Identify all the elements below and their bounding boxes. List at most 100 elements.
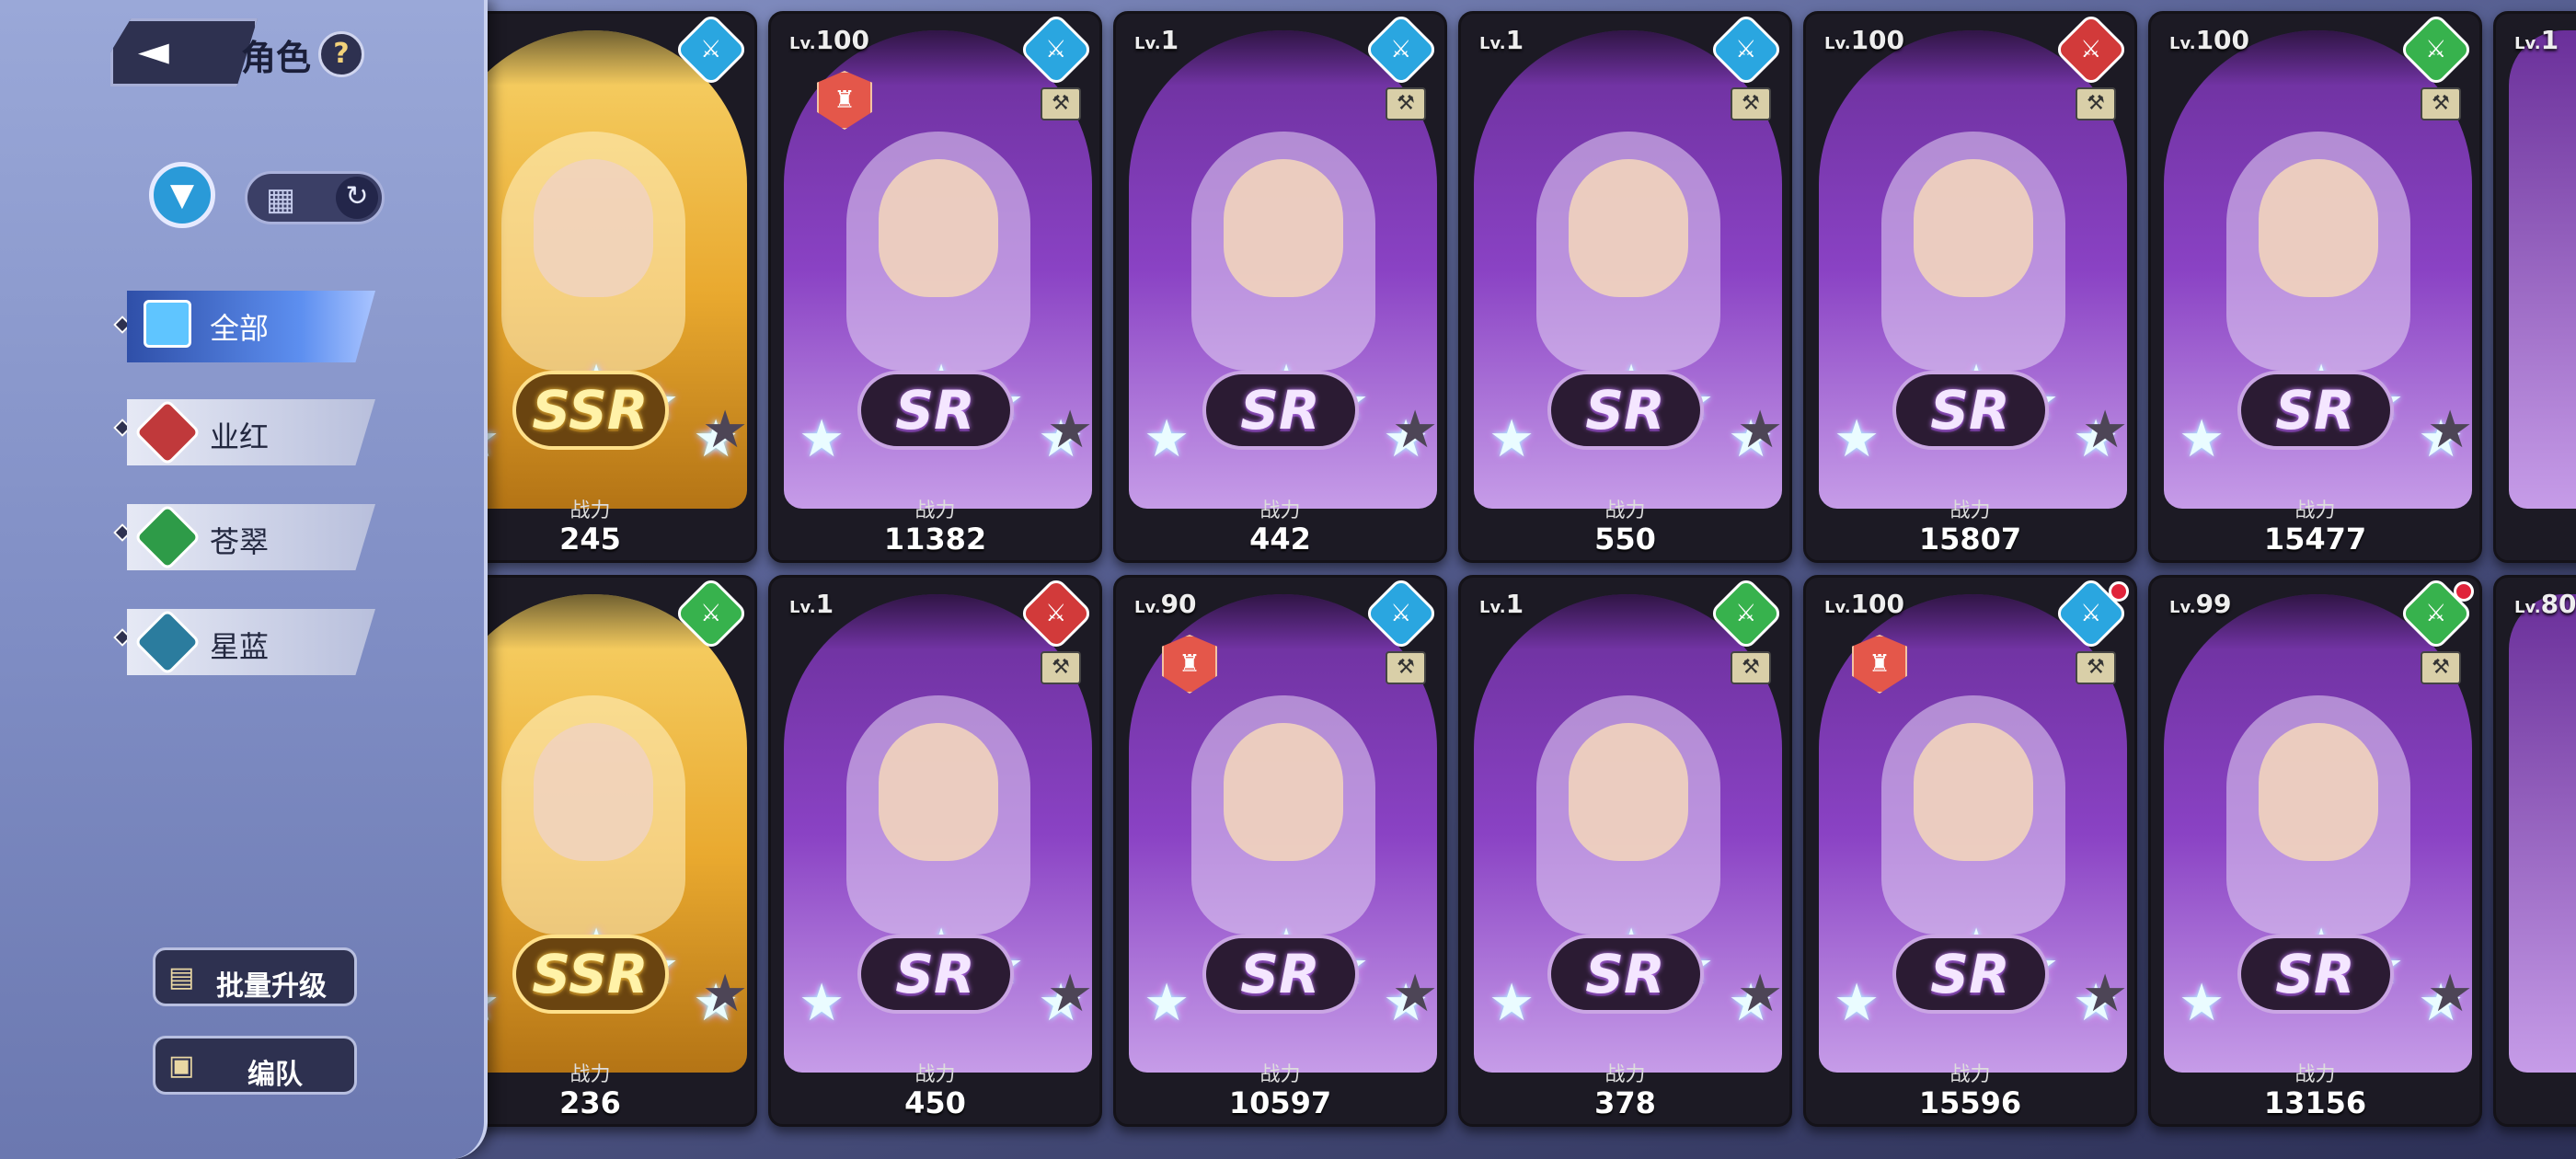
back-arrow-icon[interactable]: ◄ (138, 28, 169, 75)
category-label: 星蓝 (210, 629, 270, 664)
level-value: 80 (2540, 589, 2576, 619)
level-label: Lv.1 (1479, 589, 1524, 619)
level-value: 90 (1160, 589, 1197, 619)
card-art (2509, 594, 2576, 1073)
back-button[interactable] (110, 18, 258, 86)
star-icon: ★ (2179, 973, 2225, 1033)
refresh-icon[interactable]: ↻ (336, 177, 378, 219)
level-prefix: Lv. (1134, 598, 1161, 617)
rarity-badge: SR (1547, 371, 1704, 450)
power-label: 战力 (1259, 499, 1301, 522)
all-category-icon (144, 300, 191, 348)
character-card[interactable]: Lv.1⚔⚒★★★★★★SR战力442 (1113, 11, 1447, 563)
star-icon: ★ (1489, 409, 1535, 469)
weapon-type-icon: ⚒ (1041, 87, 1081, 120)
blue-element-icon (133, 609, 201, 675)
level-value: 100 (815, 25, 870, 55)
level-prefix: Lv. (1479, 34, 1506, 53)
character-card-partial[interactable]: Lv.1 (2493, 11, 2576, 563)
star-icon: ★ (1047, 964, 1094, 1024)
level-prefix: Lv. (789, 598, 816, 617)
character-card[interactable]: Lv.1⚔⚒★★★★★★SR战力378 (1458, 575, 1792, 1127)
formation-button[interactable]: ▣ 编队 (153, 1036, 357, 1095)
star-icon: ★ (2082, 964, 2129, 1024)
level-label: Lv.100 (789, 25, 869, 55)
level-prefix: Lv. (2169, 598, 2196, 617)
level-prefix: Lv. (1134, 34, 1161, 53)
level-label: Lv.1 (789, 589, 834, 619)
star-icon: ★ (1737, 400, 1784, 460)
star-icon: ★ (2179, 409, 2225, 469)
level-value: 100 (2195, 25, 2250, 55)
star-icon: ★ (1834, 973, 1880, 1033)
grid-icon[interactable]: ▦ (266, 181, 295, 218)
power-value: 11382 (883, 522, 987, 557)
rarity-badge: SR (857, 935, 1014, 1014)
star-icon: ★ (1392, 964, 1439, 1024)
red-element-icon (133, 399, 201, 465)
view-toggle[interactable]: ▦ ↻ (245, 171, 385, 224)
level-value: 99 (2195, 589, 2232, 619)
weapon-type-icon: ⚒ (2076, 87, 2116, 120)
character-face (1568, 723, 1688, 861)
star-icon: ★ (2082, 400, 2129, 460)
character-card[interactable]: Lv.100⚔⚒♜★★★★★★SR战力11382 (768, 11, 1102, 563)
power-value: 442 (1249, 522, 1311, 557)
level-label: Lv.1 (2514, 25, 2559, 55)
character-card[interactable]: Lv.100⚔⚒♜★★★★★★SR战力15596 (1803, 575, 2137, 1127)
star-icon: ★ (1392, 400, 1439, 460)
star-icon: ★ (799, 409, 845, 469)
rarity-badge: SSR (512, 371, 669, 450)
category-red[interactable]: 业红 (127, 399, 375, 465)
power-label: 战力 (1949, 1063, 1991, 1086)
star-icon: ★ (2427, 400, 2474, 460)
level-value: 1 (815, 589, 834, 619)
category-blue[interactable]: 星蓝 (127, 609, 375, 675)
weapon-type-icon: ⚒ (1041, 651, 1081, 684)
category-label: 业红 (210, 419, 270, 454)
power-label: 战力 (2294, 1063, 2336, 1086)
category-all[interactable]: 全部 (127, 291, 375, 362)
rarity-badge: SR (1547, 935, 1704, 1014)
rarity-badge: SR (1202, 935, 1359, 1014)
character-card-partial[interactable]: Lv.80 (2493, 575, 2576, 1127)
batch-upgrade-button[interactable]: ▤ 批量升级 (153, 947, 357, 1006)
star-icon: ★ (1144, 973, 1190, 1033)
level-label: Lv.1 (1134, 25, 1179, 55)
power-value: 13156 (2263, 1085, 2367, 1120)
level-label: Lv.100 (1824, 25, 1904, 55)
character-card[interactable]: Lv.100⚔⚒★★★★★★SR战力15477 (2148, 11, 2482, 563)
batch-upgrade-label: 批量升级 (216, 970, 327, 1003)
character-card[interactable]: Lv.1⚔⚒★★★★★★SR战力550 (1458, 11, 1792, 563)
power-value: 15596 (1918, 1085, 2022, 1120)
category-green[interactable]: 苍翠 (127, 504, 375, 570)
rarity-badge: SR (1202, 371, 1359, 450)
power-label: 战力 (1949, 499, 1991, 522)
rarity-badge: SR (1892, 935, 2049, 1014)
level-prefix: Lv. (2514, 34, 2541, 53)
character-card[interactable]: Lv.90⚔⚒♜★★★★★★SR战力10597 (1113, 575, 1447, 1127)
character-card[interactable]: Lv.100⚔⚒★★★★★★SR战力15807 (1803, 11, 2137, 563)
character-face (533, 723, 653, 861)
help-button[interactable]: ? (318, 31, 364, 77)
sidebar: ◄ 角色 ? ▼ ▦ ↻ 全部 业红 苍翠 星蓝 ▤ 批量升级 ▣ 编队 (0, 0, 488, 1159)
level-value: 100 (1850, 25, 1905, 55)
character-face (1568, 159, 1688, 297)
character-face (1913, 723, 2033, 861)
character-card[interactable]: Lv.1⚔⚒★★★★★★SR战力450 (768, 575, 1102, 1127)
page-title: 角色 (241, 38, 312, 78)
weapon-type-icon: ⚒ (2421, 87, 2461, 120)
rarity-badge: SR (857, 371, 1014, 450)
weapon-type-icon: ⚒ (1731, 87, 1771, 120)
character-card[interactable]: Lv.99⚔⚒★★★★★★SR战力13156 (2148, 575, 2482, 1127)
star-icon: ★ (799, 973, 845, 1033)
level-prefix: Lv. (2169, 34, 2196, 53)
rarity-badge: SSR (512, 935, 669, 1014)
power-value: 15807 (1918, 522, 2022, 557)
power-value: 450 (904, 1085, 966, 1120)
filter-button[interactable]: ▼ (149, 162, 215, 228)
star-icon: ★ (1737, 964, 1784, 1024)
star-icon: ★ (1047, 400, 1094, 460)
card-art (2509, 30, 2576, 509)
level-value: 1 (1505, 25, 1524, 55)
